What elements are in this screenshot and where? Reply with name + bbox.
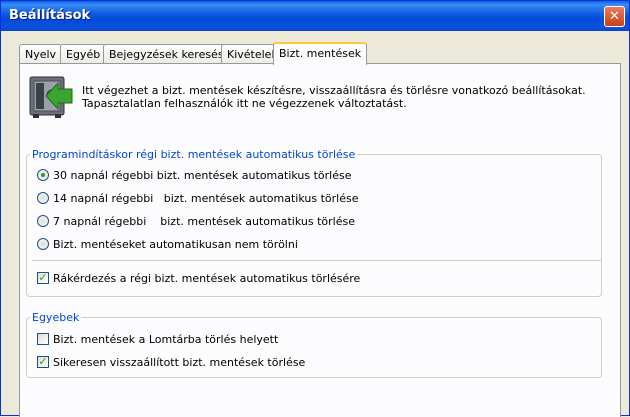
radio-14-days-label: 14 napnál régebbi bizt. mentések automat… bbox=[53, 191, 359, 205]
radio-7-days[interactable]: 7 napnál régebbi bizt. mentések automati… bbox=[37, 214, 355, 228]
confirm-auto-delete-checkbox[interactable]: ✓ Rákérdezés a régi bizt. mentések automa… bbox=[37, 271, 360, 285]
close-icon: ✕ bbox=[609, 9, 620, 24]
radio-7-days-label: 7 napnál régebbi bizt. mentések automati… bbox=[53, 214, 355, 228]
tab-bizt-mentesek[interactable]: Bizt. mentések bbox=[273, 42, 368, 65]
intro-line-2: Tapasztalatlan felhasználók itt ne végez… bbox=[82, 97, 407, 110]
window-title: Beállítások bbox=[9, 8, 91, 23]
group-separator bbox=[32, 260, 602, 261]
delete-restored-label: Sikeresen visszaállított bizt. mentések … bbox=[53, 355, 306, 369]
close-button[interactable]: ✕ bbox=[604, 6, 625, 27]
radio-button[interactable] bbox=[37, 215, 49, 227]
settings-window: Beállítások ✕ Nyelv Egyéb Bejegyzések ke… bbox=[0, 0, 630, 417]
radio-14-days[interactable]: 14 napnál régebbi bizt. mentések automat… bbox=[37, 191, 358, 205]
radio-button[interactable] bbox=[37, 238, 49, 250]
recycle-bin-checkbox[interactable]: Bizt. mentések a Lomtárba törlés helyett bbox=[37, 332, 278, 346]
radio-button-selected[interactable] bbox=[37, 169, 49, 181]
confirm-auto-delete-label: Rákérdezés a régi bizt. mentések automat… bbox=[53, 271, 361, 285]
checkbox-unchecked[interactable] bbox=[37, 333, 49, 345]
tab-nyelv[interactable]: Nyelv bbox=[19, 44, 63, 63]
recycle-bin-label: Bizt. mentések a Lomtárba törlés helyett bbox=[53, 332, 279, 346]
radio-30-days[interactable]: 30 napnál régebbi bizt. mentések automat… bbox=[37, 168, 352, 182]
tab-bejegyzesek-keresese[interactable]: Bejegyzések keresése bbox=[103, 44, 237, 63]
auto-delete-legend: Programindításkor régi bizt. mentések au… bbox=[32, 148, 356, 161]
checkbox-checked[interactable]: ✓ bbox=[37, 272, 49, 284]
radio-30-days-label: 30 napnál régebbi bizt. mentések automat… bbox=[53, 168, 352, 182]
radio-never-delete[interactable]: Bizt. mentéseket automatikusan nem töröl… bbox=[37, 237, 298, 251]
intro-text: Itt végezhet a bizt. mentések készítésre… bbox=[82, 84, 602, 110]
delete-restored-checkbox[interactable]: ✓ Sikeresen visszaállított bizt. mentések… bbox=[37, 355, 305, 369]
tab-egyeb[interactable]: Egyéb bbox=[60, 44, 107, 63]
tab-panel-bizt-mentesek: Itt végezhet a bizt. mentések készítésre… bbox=[19, 63, 621, 417]
checkbox-checked[interactable]: ✓ bbox=[37, 356, 49, 368]
safe-restore-icon bbox=[29, 76, 73, 118]
intro-line-1: Itt végezhet a bizt. mentések készítésre… bbox=[82, 84, 586, 97]
radio-button[interactable] bbox=[37, 192, 49, 204]
radio-never-delete-label: Bizt. mentéseket automatikusan nem töröl… bbox=[53, 237, 298, 251]
other-legend: Egyebek bbox=[32, 311, 80, 324]
title-bar[interactable]: Beállítások ✕ bbox=[1, 1, 629, 31]
